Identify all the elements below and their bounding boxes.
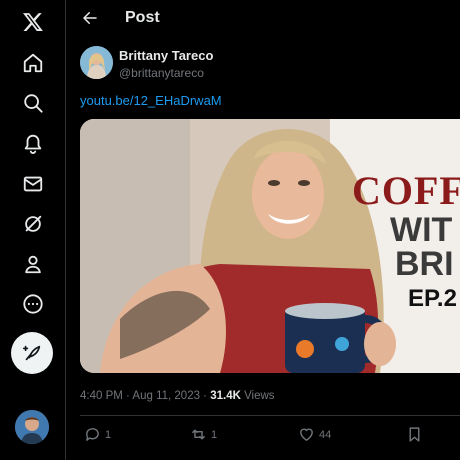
page-title: Post (125, 9, 160, 26)
person-icon[interactable] (13, 244, 53, 284)
repost-count: 1 (211, 428, 218, 441)
author-handle[interactable]: @brittanytareco (119, 66, 204, 80)
like-count: 44 (319, 428, 332, 441)
bell-icon[interactable] (13, 123, 53, 163)
main-column: Post Brittany Tareco @brittanytareco you… (66, 0, 460, 460)
feather-plus-icon (22, 345, 41, 361)
reply-count: 1 (105, 428, 112, 441)
author-name[interactable]: Brittany Tareco (119, 48, 213, 63)
post-timestamp[interactable]: 4:40 PM · Aug 11, 2023 · (80, 390, 210, 402)
sidebar (0, 0, 66, 460)
compose-post-button[interactable] (11, 332, 53, 374)
grok-icon[interactable] (13, 204, 53, 244)
home-icon[interactable] (13, 43, 53, 83)
account-avatar[interactable] (15, 410, 49, 444)
like-button[interactable]: 44 (298, 426, 331, 443)
divider (80, 415, 460, 416)
post-meta: 4:40 PM · Aug 11, 2023 · 31.4K Views (80, 390, 275, 402)
bookmark-icon (409, 427, 420, 442)
thumbnail-title-line3: BRI (395, 245, 454, 283)
thumbnail-title-line1: COFF (352, 168, 460, 213)
bookmark-button[interactable] (406, 426, 423, 443)
search-icon[interactable] (13, 83, 53, 123)
repost-icon (192, 429, 205, 440)
thumbnail-title-line4: EP.2 (408, 285, 457, 312)
post-link[interactable]: youtu.be/12_EHaDrwaM (80, 93, 222, 108)
views-count: 31.4K (210, 390, 241, 402)
heart-icon (300, 428, 313, 441)
more-icon[interactable] (13, 284, 53, 324)
video-thumbnail[interactable]: COFF WIT BRI EP.2 (80, 119, 460, 373)
x-logo-icon[interactable] (13, 2, 53, 42)
page-header: Post (66, 0, 460, 36)
reply-button[interactable]: 1 (84, 426, 111, 443)
repost-button[interactable]: 1 (190, 426, 217, 443)
mail-icon[interactable] (13, 164, 53, 204)
reply-icon (86, 428, 99, 441)
post-actions: 1 1 44 (80, 426, 460, 448)
views-label: Views (240, 390, 275, 402)
author-avatar[interactable] (80, 46, 113, 79)
back-arrow-icon[interactable] (80, 8, 100, 28)
